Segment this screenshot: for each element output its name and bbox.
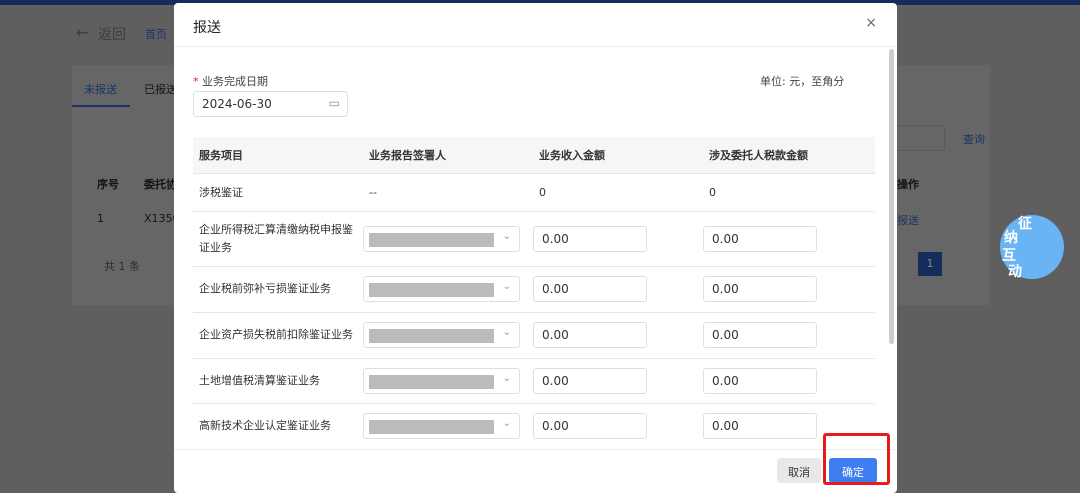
service-item: 涉税鉴证 — [193, 173, 363, 212]
redacted-value — [369, 232, 494, 247]
assistant-widget[interactable]: 征 纳 互 动 — [1000, 215, 1064, 280]
widget-char: 征 — [1018, 216, 1032, 232]
table-row: 高新技术企业认定鉴证业务 ⌄ 0.00 0.00 — [193, 403, 875, 450]
widget-char: 动 — [1008, 264, 1022, 280]
dialog-title: 报送 — [174, 3, 897, 47]
col-tax: 涉及委托人税款金额 — [703, 137, 875, 174]
chevron-down-icon: ⌄ — [502, 327, 511, 338]
chevron-down-icon: ⌄ — [502, 418, 511, 429]
table-row: 涉税鉴证 -- 0 0 — [193, 173, 875, 212]
back-link[interactable]: 返回 — [98, 24, 126, 44]
redacted-value — [369, 374, 494, 389]
table-row: 土地增值税清算鉴证业务 ⌄ 0.00 0.00 — [193, 358, 875, 404]
tab-unsent[interactable]: 未报送 — [84, 81, 117, 97]
close-icon[interactable]: × — [865, 15, 877, 31]
search-button[interactable]: 查询 — [963, 131, 985, 147]
breadcrumb-home[interactable]: 首页 — [145, 26, 167, 42]
tax-input[interactable]: 0.00 — [703, 367, 817, 394]
tab-sent[interactable]: 已报送 — [144, 81, 177, 97]
back-arrow-icon[interactable]: ← — [76, 23, 89, 42]
date-label: * 业务完成日期 — [193, 75, 268, 88]
total-count: 共 1 条 — [104, 260, 140, 273]
tax-input[interactable]: 0.00 — [703, 322, 817, 348]
income-input[interactable]: 0.00 — [533, 367, 647, 394]
signer-select[interactable]: ⌄ — [363, 322, 520, 348]
tax-input[interactable]: 0.00 — [703, 413, 817, 439]
tax-input[interactable]: 0.00 — [703, 276, 817, 302]
calendar-icon: ▭ — [328, 96, 340, 110]
tax: 0 — [703, 173, 875, 212]
redacted-value — [369, 329, 494, 343]
scrollbar[interactable] — [889, 49, 894, 344]
signer-select[interactable]: ⌄ — [363, 367, 520, 394]
col-id: 委托协 — [144, 178, 177, 191]
signer-select[interactable]: ⌄ — [363, 225, 520, 252]
service-table: 服务项目 业务报告签署人 业务收入金额 涉及委托人税款金额 涉税鉴证 -- 0 0 企业… — [193, 137, 875, 450]
unit-note: 单位: 元，至角分 — [760, 75, 845, 88]
col-action: 操作 — [897, 178, 919, 191]
income-input[interactable]: 0.00 — [533, 225, 647, 252]
service-item: 企业税前弥补亏损鉴证业务 — [193, 266, 363, 313]
service-item: 企业所得税汇算清缴纳税申报鉴证业务 — [193, 211, 363, 267]
income-input[interactable]: 0.00 — [533, 413, 647, 439]
redacted-value — [369, 283, 494, 297]
redacted-value — [369, 420, 494, 434]
col-signer: 业务报告签署人 — [363, 137, 533, 174]
row-submit-link[interactable]: 报送 — [897, 212, 919, 228]
income-input[interactable]: 0.00 — [533, 276, 647, 302]
chevron-down-icon: ⌄ — [502, 230, 511, 242]
dialog-footer — [174, 449, 897, 450]
submit-dialog: 报送 × * 业务完成日期 2024-06-30 ▭ 单位: 元，至角分 服务项目… — [174, 3, 897, 493]
col-item: 服务项目 — [193, 137, 363, 174]
income-input[interactable]: 0.00 — [533, 322, 647, 348]
service-item: 土地增值税清算鉴证业务 — [193, 358, 363, 404]
table-row: 企业资产损失税前扣除鉴证业务 ⌄ 0.00 0.00 — [193, 312, 875, 359]
signer-select[interactable]: ⌄ — [363, 276, 520, 302]
service-item: 高新技术企业认定鉴证业务 — [193, 403, 363, 450]
table-row: 企业税前弥补亏损鉴证业务 ⌄ 0.00 0.00 — [193, 266, 875, 313]
widget-char: 纳 — [1004, 230, 1018, 246]
income: 0 — [533, 173, 703, 212]
row-index: 1 — [97, 212, 104, 225]
date-input[interactable]: 2024-06-30 ▭ — [193, 91, 348, 117]
signer: -- — [363, 173, 533, 212]
col-income: 业务收入金额 — [533, 137, 703, 174]
col-index: 序号 — [97, 178, 119, 191]
highlight-box — [823, 433, 890, 485]
tax-input[interactable]: 0.00 — [703, 225, 817, 252]
service-item: 企业资产损失税前扣除鉴证业务 — [193, 312, 363, 359]
chevron-down-icon: ⌄ — [502, 372, 511, 384]
page-1[interactable]: 1 — [918, 252, 942, 276]
tab-underline — [72, 105, 130, 107]
signer-select[interactable]: ⌄ — [363, 413, 520, 439]
chevron-down-icon: ⌄ — [502, 281, 511, 292]
cancel-button[interactable]: 取消 — [777, 458, 821, 483]
table-row: 企业所得税汇算清缴纳税申报鉴证业务 ⌄ 0.00 0.00 — [193, 211, 875, 267]
